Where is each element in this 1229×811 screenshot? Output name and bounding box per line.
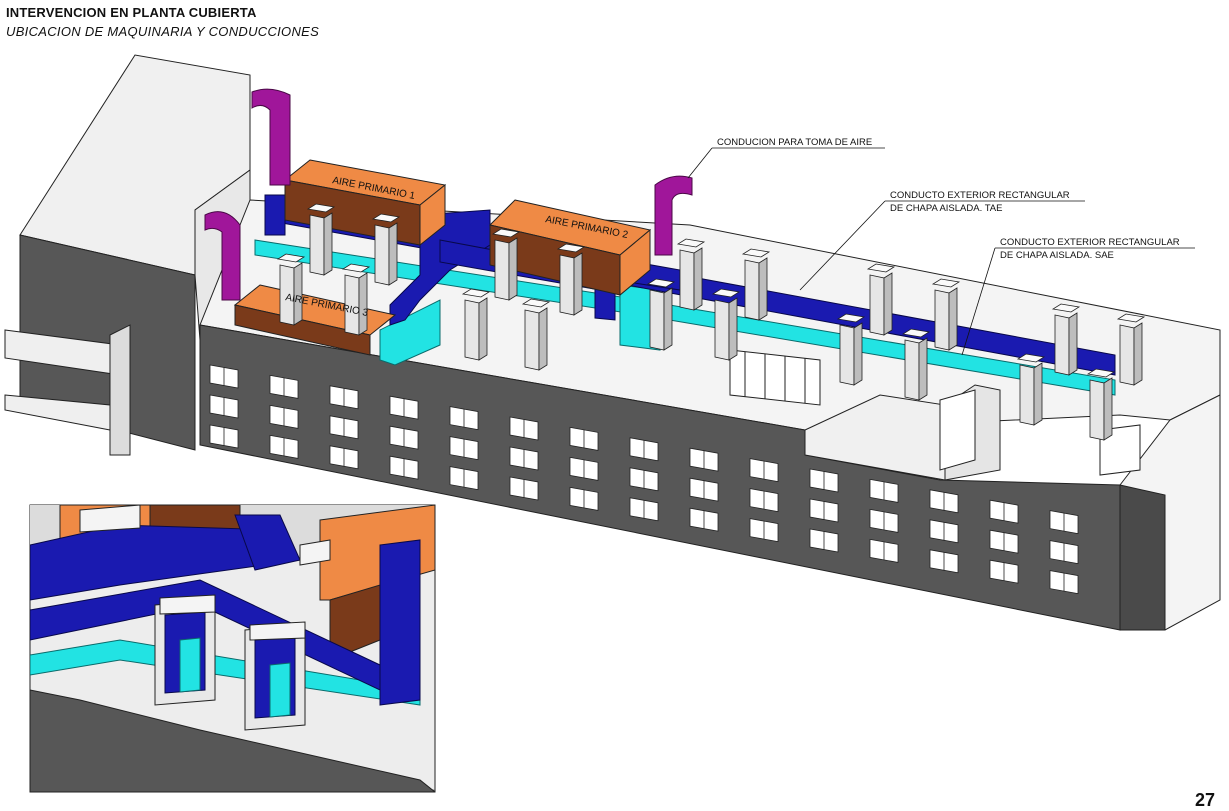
roof-pillar [464, 299, 480, 361]
page-number: 27 [1194, 790, 1215, 810]
roof-pillar [1019, 364, 1035, 426]
roof-pillar [494, 239, 510, 301]
roof-pillar [309, 214, 325, 276]
callout-tae-line2: DE CHAPA AISLADA. TAE [890, 203, 1002, 214]
roof-pillar [744, 259, 760, 321]
callout-intake: CONDUCION PARA TOMA DE AIRE [687, 137, 885, 179]
roof-pillar [649, 289, 665, 351]
roof-pillar [559, 254, 575, 316]
roof-pillar [869, 274, 885, 336]
roof-pillar [1089, 379, 1105, 441]
roof-pillar [904, 339, 920, 401]
roof-pillar [374, 224, 390, 286]
callout-intake-text: CONDUCION PARA TOMA DE AIRE [717, 137, 872, 148]
detail-inset [29, 504, 436, 793]
roof-pillar [714, 299, 730, 361]
roof-pillar [1119, 324, 1135, 386]
callout-sae-line2: DE CHAPA AISLADA. SAE [1000, 250, 1114, 261]
roof-pillar [679, 249, 695, 311]
roof-pillar [524, 309, 540, 371]
isometric-roof-view: AIRE PRIMARIO 1 AIRE PRIMARIO 2 AIRE PRI… [4, 54, 1221, 793]
callout-sae-line1: CONDUCTO EXTERIOR RECTANGULAR [1000, 237, 1180, 248]
roof-pillar [839, 324, 855, 386]
roof-pillar [934, 289, 950, 351]
callout-tae-line1: CONDUCTO EXTERIOR RECTANGULAR [890, 190, 1070, 201]
roof-pillar [1054, 314, 1070, 376]
